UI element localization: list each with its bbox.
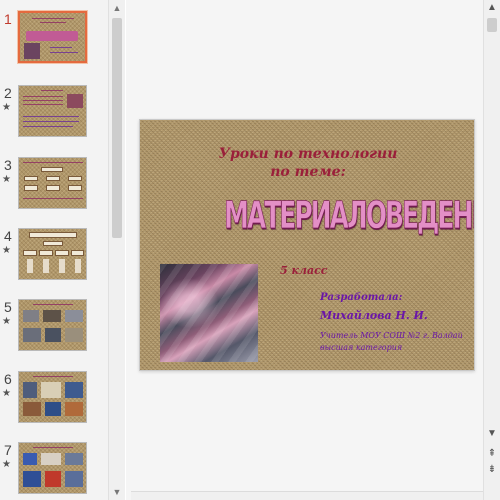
slide-thumbnail-pane: 1 2 ★ 3 ★ 4 ★ 5 ★ 6 ★ 7 ★ ▲ ▼ [0, 0, 125, 500]
horizontal-scrollbar[interactable] [131, 491, 483, 500]
scroll-down-arrow-icon[interactable]: ▼ [484, 426, 500, 442]
thumbnail-list: 1 2 ★ 3 ★ 4 ★ 5 ★ 6 ★ 7 ★ [0, 0, 108, 500]
animation-star-icon: ★ [2, 174, 11, 185]
thumbnail-number: 2 [4, 85, 12, 101]
scroll-up-arrow-icon[interactable]: ▲ [109, 0, 125, 16]
editor-scrollbar[interactable]: ▲ ▼ ⇞ ⇟ [483, 0, 500, 500]
thumbnail-row-3[interactable]: 3 ★ [0, 157, 108, 217]
animation-star-icon: ★ [2, 459, 11, 470]
thumbnail-number: 1 [4, 11, 12, 27]
thumbnail-scrollbar[interactable]: ▲ ▼ [108, 0, 125, 500]
slide-thumbnail-5[interactable] [18, 299, 87, 351]
previous-slide-icon[interactable]: ⇞ [484, 446, 500, 462]
slide-thumbnail-3[interactable] [18, 157, 87, 209]
thumbnail-number: 5 [4, 299, 12, 315]
scroll-down-arrow-icon[interactable]: ▼ [109, 484, 125, 500]
slide-editor-area: Уроки по технологии по теме: МАТЕРИАЛОВЕ… [126, 0, 483, 500]
thumbnail-number: 7 [4, 442, 12, 458]
thumbnail-number: 3 [4, 157, 12, 173]
slide-main-wordart[interactable]: МАТЕРИАЛОВЕДЕНИЕ [224, 189, 474, 242]
animation-star-icon: ★ [2, 316, 11, 327]
thumbnail-number: 4 [4, 228, 12, 244]
slide-thumbnail-6[interactable] [18, 371, 87, 423]
thumbnail-number: 6 [4, 371, 12, 387]
animation-star-icon: ★ [2, 388, 11, 399]
thumbnail-row-1[interactable]: 1 [0, 11, 108, 71]
slide-thumbnail-1[interactable] [18, 11, 87, 63]
slide-thumbnail-4[interactable] [18, 228, 87, 280]
thumbnail-row-6[interactable]: 6 ★ [0, 371, 108, 431]
slide-class-label[interactable]: 5 класс [280, 264, 328, 277]
slide-thumbnail-2[interactable] [18, 85, 87, 137]
thumbnail-row-4[interactable]: 4 ★ [0, 228, 108, 288]
thumbnail-row-2[interactable]: 2 ★ [0, 85, 108, 145]
scroll-up-arrow-icon[interactable]: ▲ [484, 0, 500, 16]
slide-developer-name[interactable]: Михайлова Н. И. [320, 309, 428, 322]
animation-star-icon: ★ [2, 102, 11, 113]
thumbnail-row-5[interactable]: 5 ★ [0, 299, 108, 359]
slide-thumbnail-7[interactable] [18, 442, 87, 494]
current-slide-canvas[interactable]: Уроки по технологии по теме: МАТЕРИАЛОВЕ… [139, 119, 475, 371]
thumbnail-row-7[interactable]: 7 ★ [0, 442, 108, 500]
slide-title-line-1[interactable]: Уроки по технологии [140, 146, 474, 162]
animation-star-icon: ★ [2, 245, 11, 256]
next-slide-icon[interactable]: ⇟ [484, 462, 500, 478]
slide-developer-info[interactable]: Учитель МОУ СОШ №2 г. Валдай высшая кате… [320, 330, 470, 354]
fabric-image[interactable] [160, 264, 258, 362]
slide-developer-label[interactable]: Разработала: [320, 292, 402, 303]
thumbnail-scrollbar-thumb[interactable] [112, 18, 122, 238]
editor-scrollbar-thumb[interactable] [487, 18, 497, 32]
slide-title-line-2[interactable]: по теме: [140, 164, 474, 180]
